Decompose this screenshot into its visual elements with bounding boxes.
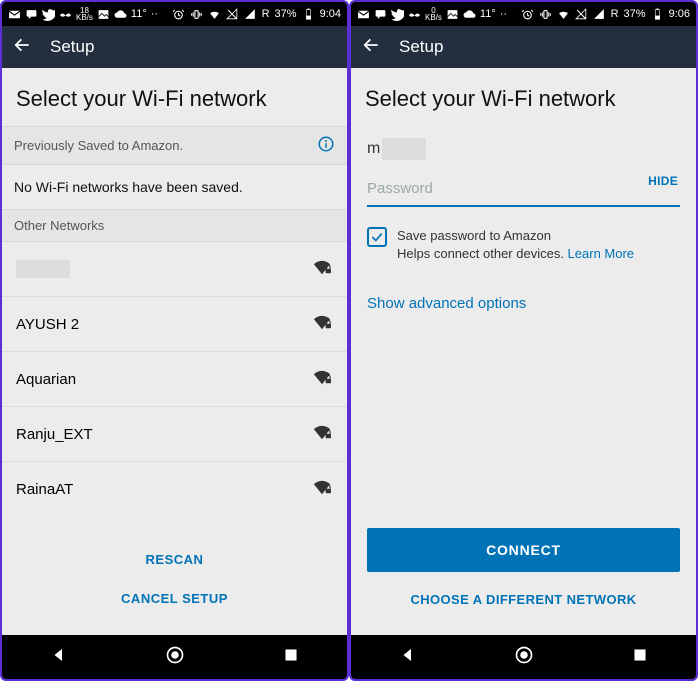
twitter-icon [391,8,404,21]
battery-percent: 37% [624,8,646,20]
password-input[interactable] [367,172,680,207]
action-bar-title: Setup [399,37,443,57]
alarm-icon [172,8,185,21]
mustache-icon [59,8,72,21]
nav-back-icon[interactable] [400,647,416,668]
back-icon[interactable] [12,35,32,60]
no-signal-icon [575,8,588,21]
nav-back-icon[interactable] [51,647,67,668]
cloud-icon [114,8,127,21]
phone-right: 0KB/s 11° ·· R 37% 9:06 Setup Select you… [349,0,698,681]
nav-bar [351,635,696,679]
wifi-secure-icon [311,258,333,280]
nav-recents-icon[interactable] [284,648,298,667]
temperature: 11° [480,8,496,20]
phone-left: 18KB/s 11° ·· R 37% 9:04 Setup Select yo… [0,0,349,681]
connect-button[interactable]: CONNECT [367,528,680,572]
page-title: Select your Wi-Fi network [2,68,347,126]
wifi-secure-icon [311,423,333,445]
network-name: RainaAT [16,481,73,498]
mustache-icon [408,8,421,21]
action-bar: Setup [2,26,347,68]
network-speed: 0KB/s [425,7,442,21]
network-name-redacted [16,260,70,278]
saved-header-label: Previously Saved to Amazon. [14,138,183,153]
image-icon [97,8,110,21]
wifi-secure-icon [311,478,333,500]
messages-icon [374,8,387,21]
nav-home-icon[interactable] [165,645,185,670]
gmail-icon [357,8,370,21]
network-speed: 18KB/s [76,7,93,21]
learn-more-link[interactable]: Learn More [568,246,634,261]
selected-network: m [351,126,696,166]
battery-icon [651,8,664,21]
clock: 9:06 [669,8,690,20]
status-bar: 18KB/s 11° ·· R 37% 9:04 [2,2,347,26]
nav-home-icon[interactable] [514,645,534,670]
network-row[interactable]: Aquarian [2,352,347,407]
more-icon: ·· [500,8,507,20]
no-signal-icon [226,8,239,21]
nav-bar [2,635,347,679]
network-row[interactable]: RainaAT [2,462,347,516]
network-name: AYUSH 2 [16,316,79,333]
ssid-redacted [382,138,426,160]
clock: 9:04 [320,8,341,20]
roaming-indicator: R [262,8,270,20]
network-name: Ranju_EXT [16,426,93,443]
temperature: 11° [131,8,147,20]
other-networks-header: Other Networks [2,209,347,242]
cloud-icon [463,8,476,21]
status-bar: 0KB/s 11° ·· R 37% 9:06 [351,2,696,26]
hide-password-button[interactable]: HIDE [648,174,678,188]
vibrate-icon [190,8,203,21]
empty-saved-message: No Wi-Fi networks have been saved. [2,165,347,209]
rescan-button[interactable]: RESCAN [2,540,347,579]
content: Select your Wi-Fi network Previously Sav… [2,68,347,635]
save-password-checkbox[interactable] [367,227,387,247]
info-icon[interactable] [317,135,335,156]
roaming-indicator: R [611,8,619,20]
cancel-setup-button[interactable]: CANCEL SETUP [2,579,347,618]
save-password-label: Save password to Amazon [397,227,634,245]
twitter-icon [42,8,55,21]
messages-icon [25,8,38,21]
action-bar: Setup [351,26,696,68]
advanced-options-link[interactable]: Show advanced options [351,271,696,336]
network-row[interactable] [2,242,347,297]
gmail-icon [8,8,21,21]
save-password-sub: Helps connect other devices. [397,246,568,261]
saved-header: Previously Saved to Amazon. [2,126,347,165]
nav-recents-icon[interactable] [633,648,647,667]
vibrate-icon [539,8,552,21]
ssid-prefix: m [367,140,380,158]
wifi-secure-icon [311,368,333,390]
wifi-secure-icon [311,313,333,335]
signal-icon [593,8,606,21]
image-icon [446,8,459,21]
more-icon: ·· [151,8,158,20]
wifi-icon [208,8,221,21]
content: Select your Wi-Fi network m HIDE Save pa… [351,68,696,635]
wifi-icon [557,8,570,21]
page-title: Select your Wi-Fi network [351,68,696,126]
battery-percent: 37% [275,8,297,20]
signal-icon [244,8,257,21]
action-bar-title: Setup [50,37,94,57]
save-password-row[interactable]: Save password to Amazon Helps connect ot… [351,207,696,271]
network-row[interactable]: Ranju_EXT [2,407,347,462]
battery-icon [302,8,315,21]
network-name: Aquarian [16,371,76,388]
back-icon[interactable] [361,35,381,60]
choose-different-network-button[interactable]: CHOOSE A DIFFERENT NETWORK [351,584,696,635]
alarm-icon [521,8,534,21]
network-row[interactable]: AYUSH 2 [2,297,347,352]
